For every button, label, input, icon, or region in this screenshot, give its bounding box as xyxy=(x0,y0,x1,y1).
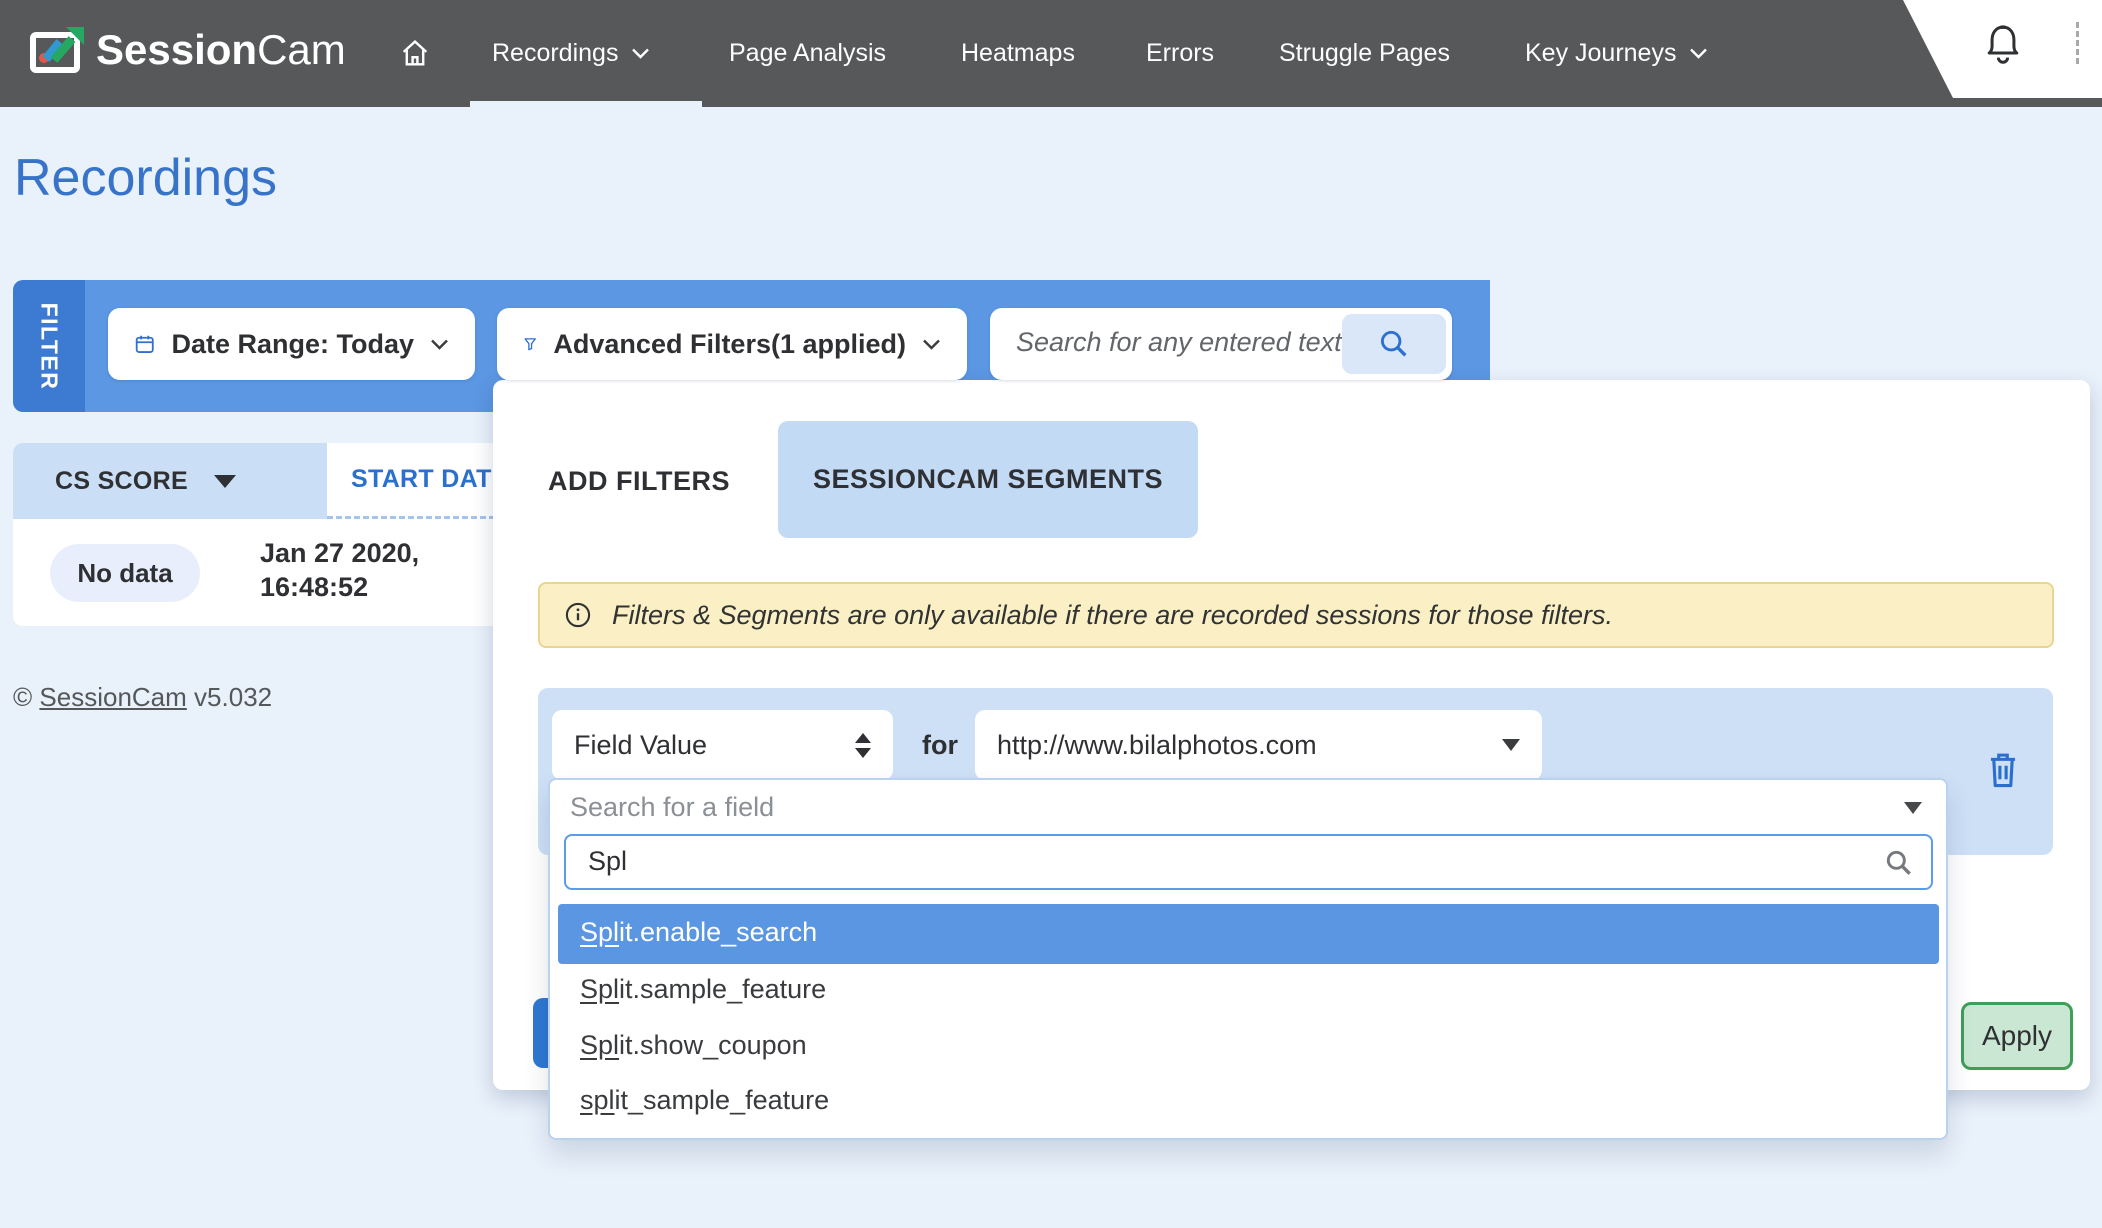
footer-copyright: © xyxy=(13,682,32,712)
date-range-label: Date Range: Today xyxy=(171,329,414,360)
chevron-down-icon xyxy=(922,338,941,351)
start-date-line1: Jan 27 2020, xyxy=(260,536,419,570)
field-option[interactable]: Split.sample_feature xyxy=(580,974,826,1005)
bell-icon[interactable] xyxy=(1983,22,2023,68)
nav-struggle-pages-label: Struggle Pages xyxy=(1279,39,1450,68)
chevron-down-icon xyxy=(631,47,650,60)
field-option[interactable]: split_sample_feature xyxy=(580,1085,829,1116)
sort-desc-icon xyxy=(214,475,236,488)
nav-key-journeys[interactable]: Key Journeys xyxy=(1525,32,1708,74)
date-range-button[interactable]: Date Range: Today xyxy=(108,308,475,380)
start-date-cell: Jan 27 2020, 16:48:52 xyxy=(260,536,419,604)
footer-version: v5.032 xyxy=(194,682,272,712)
text-search-placeholder: Search for any entered text xyxy=(1016,327,1342,358)
nav-page-analysis[interactable]: Page Analysis xyxy=(729,32,886,74)
site-select[interactable]: http://www.bilalphotos.com xyxy=(975,710,1542,780)
field-search-input[interactable]: Spl xyxy=(564,834,1933,890)
top-navbar: SessionCam Recordings Page Analysis Heat… xyxy=(0,0,2102,107)
start-date-header-label: START DATE xyxy=(351,465,509,494)
calendar-icon xyxy=(134,328,155,360)
nav-errors-label: Errors xyxy=(1146,39,1214,68)
brand-session: Session xyxy=(96,26,257,73)
chevron-down-icon xyxy=(1689,47,1708,60)
funnel-icon xyxy=(523,328,537,360)
nav-heatmaps-label: Heatmaps xyxy=(961,39,1075,68)
nav-active-indicator xyxy=(470,101,702,107)
home-icon xyxy=(398,36,432,70)
nav-key-journeys-label: Key Journeys xyxy=(1525,39,1676,68)
spinner-icon xyxy=(855,733,871,758)
select-caret-icon[interactable] xyxy=(1904,802,1922,814)
brand-logo[interactable]: SessionCam xyxy=(96,26,346,74)
nav-home[interactable] xyxy=(398,32,432,74)
field-option[interactable]: Split.show_coupon xyxy=(580,1030,807,1061)
filter-type-select[interactable]: Field Value xyxy=(552,710,893,780)
field-option-selected[interactable]: Split.enable_search xyxy=(558,904,1939,964)
info-banner: Filters & Segments are only available if… xyxy=(538,582,2054,648)
footer-sessioncam-link[interactable]: SessionCam xyxy=(39,682,186,712)
nav-recordings[interactable]: Recordings xyxy=(492,32,650,74)
nav-heatmaps[interactable]: Heatmaps xyxy=(961,32,1075,74)
page-title: Recordings xyxy=(14,148,277,208)
column-header-cs-score[interactable]: CS SCORE xyxy=(13,443,327,519)
search-button[interactable] xyxy=(1342,314,1446,374)
chevron-down-icon xyxy=(430,338,449,351)
cs-score-badge: No data xyxy=(50,544,200,602)
apply-button[interactable]: Apply xyxy=(1961,1002,2073,1070)
advanced-filters-button[interactable]: Advanced Filters(1 applied) xyxy=(497,308,967,380)
navbar-corner-wedge xyxy=(1850,0,2102,98)
brand-cam: Cam xyxy=(257,26,346,73)
info-icon xyxy=(564,601,592,629)
nav-errors[interactable]: Errors xyxy=(1146,32,1214,74)
select-caret-icon xyxy=(1502,739,1520,751)
for-label: for xyxy=(922,710,958,780)
field-option-label: Split.enable_search xyxy=(580,917,817,948)
field-search-query: Spl xyxy=(588,846,627,877)
kebab-menu-icon[interactable] xyxy=(2076,22,2079,64)
filter-type-value: Field Value xyxy=(574,730,707,761)
filter-tab[interactable]: FILTER xyxy=(13,280,85,412)
search-icon xyxy=(1883,847,1915,879)
sessioncam-logo-icon xyxy=(28,26,86,78)
field-select-placeholder[interactable]: Search for a field xyxy=(570,792,774,823)
info-banner-text: Filters & Segments are only available if… xyxy=(612,600,1613,631)
table-row[interactable]: No data Jan 27 2020, 16:48:52 xyxy=(13,519,567,626)
footer: © SessionCam v5.032 xyxy=(13,682,272,713)
start-date-line2: 16:48:52 xyxy=(260,570,419,604)
tab-sessioncam-segments[interactable]: SESSIONCAM SEGMENTS xyxy=(778,421,1198,538)
nav-recordings-label: Recordings xyxy=(492,39,618,68)
nav-struggle-pages[interactable]: Struggle Pages xyxy=(1279,32,1450,74)
field-search-dropdown: Search for a field Spl Split.enable_sear… xyxy=(548,778,1948,1140)
recordings-page: SessionCam Recordings Page Analysis Heat… xyxy=(0,0,2102,1228)
cs-score-header-label: CS SCORE xyxy=(55,467,188,496)
trash-icon[interactable] xyxy=(1986,750,2020,790)
advanced-filters-label: Advanced Filters(1 applied) xyxy=(553,329,906,360)
nav-page-analysis-label: Page Analysis xyxy=(729,39,886,68)
tab-add-filters[interactable]: ADD FILTERS xyxy=(548,466,730,497)
text-search-input[interactable]: Search for any entered text xyxy=(990,308,1452,380)
site-select-value: http://www.bilalphotos.com xyxy=(997,730,1317,761)
search-icon xyxy=(1377,327,1411,361)
filter-tab-label: FILTER xyxy=(36,302,63,390)
